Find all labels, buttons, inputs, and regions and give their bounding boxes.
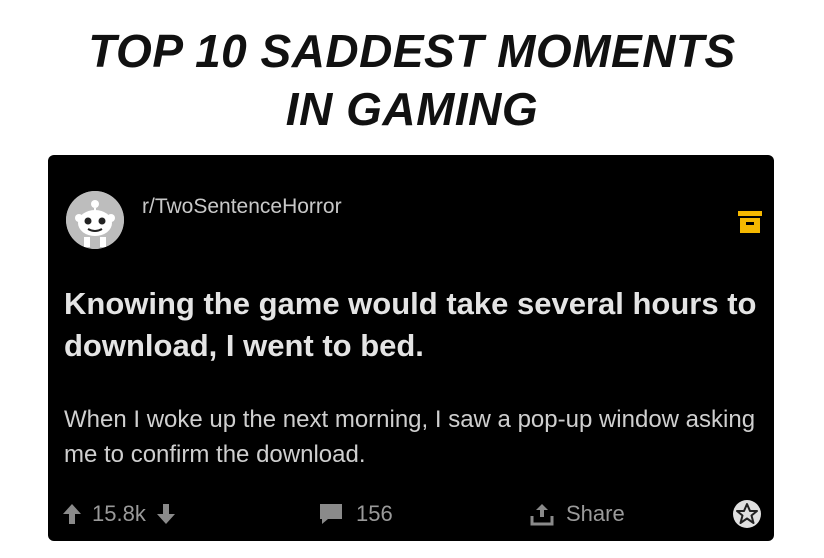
meme-title: TOP 10 SADDEST MOMENTS IN GAMING	[0, 22, 824, 138]
save-icon[interactable]	[738, 211, 762, 233]
share-label: Share	[566, 501, 625, 526]
comment-icon	[318, 503, 344, 525]
meme-title-line-1: TOP 10 SADDEST MOMENTS	[88, 25, 736, 77]
vote-count: 15.8k	[92, 501, 146, 526]
comments-button[interactable]: 156	[318, 497, 393, 531]
post-title[interactable]: Knowing the game would take several hour…	[64, 283, 764, 367]
upvote-icon[interactable]	[62, 503, 82, 525]
share-icon	[530, 502, 554, 526]
post-action-bar: 15.8k 156 Share	[48, 497, 774, 531]
share-button[interactable]: Share	[530, 497, 625, 531]
vote-group: 15.8k	[62, 497, 176, 531]
subreddit-name[interactable]: r/TwoSentenceHorror	[142, 195, 342, 219]
post-body: When I woke up the next morning, I saw a…	[64, 406, 756, 468]
award-icon	[732, 499, 762, 529]
award-button[interactable]	[732, 497, 762, 531]
reddit-avatar-icon[interactable]	[66, 191, 124, 249]
downvote-icon[interactable]	[156, 503, 176, 525]
meme-title-line-2: IN GAMING	[285, 83, 539, 135]
comment-count: 156	[356, 501, 393, 526]
reddit-post-card[interactable]: r/TwoSentenceHorror Knowing the game wou…	[48, 155, 774, 541]
